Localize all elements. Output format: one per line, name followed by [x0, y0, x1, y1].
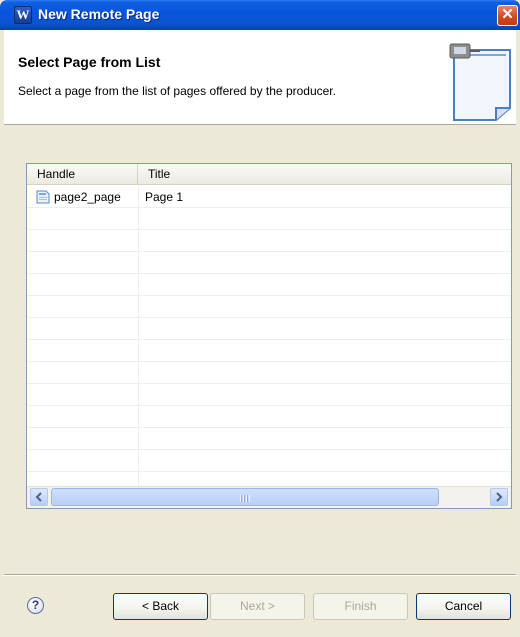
cell-handle: page2_page [54, 190, 121, 204]
table-row-empty [27, 450, 511, 472]
table-row-empty [27, 384, 511, 406]
app-icon: W [14, 6, 32, 24]
close-button[interactable]: ✕ [497, 5, 518, 26]
scroll-thumb[interactable] [51, 488, 439, 506]
horizontal-scrollbar[interactable] [27, 486, 511, 508]
scroll-left-button[interactable] [30, 488, 48, 506]
title-bar[interactable]: W New Remote Page ✕ [0, 0, 520, 30]
table-row-empty [27, 318, 511, 340]
table-row[interactable]: page2_page Page 1 [27, 186, 511, 208]
page-description: Select a page from the list of pages off… [18, 84, 336, 98]
chevron-right-icon [496, 492, 503, 502]
table-row-empty [27, 296, 511, 318]
back-button[interactable]: < Back [113, 593, 208, 620]
help-icon[interactable]: ? [27, 597, 44, 614]
footer-separator [4, 574, 516, 576]
table-row-empty [27, 406, 511, 428]
wizard-header: Select Page from List Select a page from… [4, 30, 516, 125]
cell-title: Page 1 [145, 190, 184, 204]
wizard-dialog: W New Remote Page ✕ Select Page from Lis… [0, 0, 520, 637]
page-list-table[interactable]: Handle Title page2_page Page 1 [26, 163, 512, 509]
column-header-title[interactable]: Title [138, 164, 511, 185]
table-row-empty [27, 274, 511, 296]
grip-icon [240, 495, 250, 502]
column-header-handle[interactable]: Handle [27, 164, 138, 185]
table-row-empty [27, 362, 511, 384]
table-row-empty [27, 340, 511, 362]
next-button[interactable]: Next > [210, 593, 305, 620]
window-title: New Remote Page [38, 6, 160, 22]
table-body: page2_page Page 1 [27, 186, 511, 486]
page-icon [36, 190, 50, 204]
table-row-empty [27, 252, 511, 274]
table-header: Handle Title [27, 164, 511, 185]
new-page-wizard-icon [449, 43, 511, 121]
chevron-left-icon [35, 492, 42, 502]
cancel-button[interactable]: Cancel [416, 593, 511, 620]
page-title: Select Page from List [18, 54, 161, 70]
table-row-empty [27, 428, 511, 450]
scroll-right-button[interactable] [490, 488, 508, 506]
table-row-empty [27, 230, 511, 252]
table-row-empty [27, 208, 511, 230]
finish-button[interactable]: Finish [313, 593, 408, 620]
column-divider [138, 186, 139, 486]
